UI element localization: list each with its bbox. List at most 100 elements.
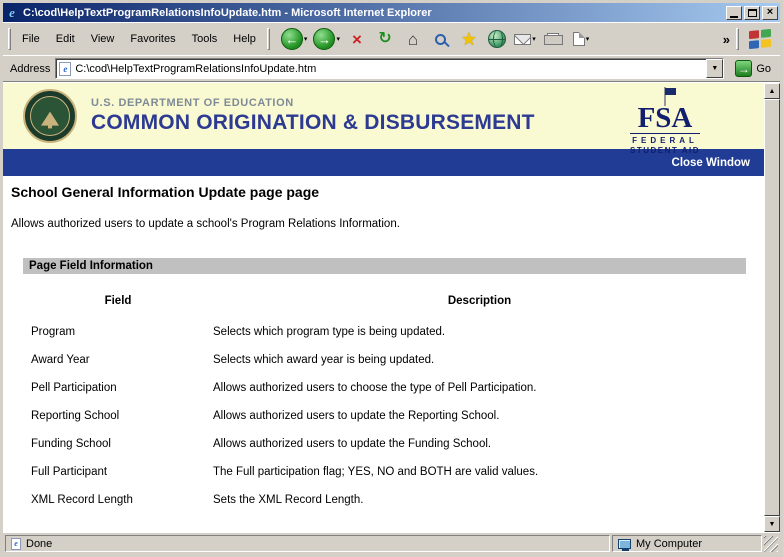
mail-button[interactable]: ▾ xyxy=(512,24,538,54)
favorites-button[interactable]: ★ xyxy=(456,24,482,54)
back-button[interactable]: ← ▾ xyxy=(279,24,310,54)
toolbar-overflow-chevron[interactable]: » xyxy=(720,32,733,47)
scroll-up-button[interactable]: ▲ xyxy=(764,83,780,99)
description-cell: Selects which award year is being update… xyxy=(213,346,746,374)
table-row: Reporting School Allows authorized users… xyxy=(23,402,746,430)
go-button[interactable]: → Go xyxy=(729,57,777,81)
scroll-down-button[interactable]: ▼ xyxy=(764,516,780,532)
stop-icon: × xyxy=(352,31,362,48)
toolbar-grip-2[interactable] xyxy=(267,28,270,50)
field-table: Field Description Program Selects which … xyxy=(23,290,746,514)
field-cell: Full Participant xyxy=(23,458,213,486)
resize-grip[interactable] xyxy=(764,536,778,552)
history-button[interactable] xyxy=(484,24,510,54)
fsa-federal-label: FEDERAL xyxy=(628,136,702,145)
page-area: U.S. DEPARTMENT OF EDUCATION COMMON ORIG… xyxy=(3,83,780,532)
search-icon xyxy=(435,34,446,45)
home-icon: ⌂ xyxy=(408,31,418,48)
maximize-button[interactable] xyxy=(744,6,760,20)
minimize-button[interactable] xyxy=(726,6,742,20)
scroll-thumb[interactable] xyxy=(764,99,780,516)
forward-button[interactable]: → ▾ xyxy=(311,24,342,54)
edit-page-icon xyxy=(573,32,585,46)
menu-bar: File Edit View Favorites Tools Help xyxy=(14,30,264,48)
toolbar-grip[interactable] xyxy=(8,28,11,50)
menu-item-view[interactable]: View xyxy=(83,30,123,48)
refresh-icon: ↻ xyxy=(378,31,391,47)
field-cell: Program xyxy=(23,318,213,346)
edit-button[interactable]: ▾ xyxy=(568,24,594,54)
fsa-logo: FSA FEDERAL STUDENT AID xyxy=(628,88,702,155)
forward-dropdown-icon[interactable]: ▾ xyxy=(336,35,340,43)
title-bar[interactable]: e C:\cod\HelpTextProgramRelationsInfoUpd… xyxy=(3,3,780,22)
menu-item-favorites[interactable]: Favorites xyxy=(122,30,183,48)
browser-window: e C:\cod\HelpTextProgramRelationsInfoUpd… xyxy=(0,0,783,557)
table-row: Pell Participation Allows authorized use… xyxy=(23,374,746,402)
address-value[interactable]: C:\cod\HelpTextProgramRelationsInfoUpdat… xyxy=(75,63,702,75)
address-label: Address xyxy=(6,63,50,75)
go-arrow-icon: → xyxy=(735,60,752,77)
menu-toolbar-row: File Edit View Favorites Tools Help ← ▾ … xyxy=(3,22,780,55)
description-cell: Sets the XML Record Length. xyxy=(213,486,746,514)
menu-item-file[interactable]: File xyxy=(14,30,48,48)
cod-header: U.S. DEPARTMENT OF EDUCATION COMMON ORIG… xyxy=(3,83,764,149)
vertical-scrollbar[interactable]: ▲ ▼ xyxy=(764,83,780,532)
back-icon: ← xyxy=(281,28,303,50)
status-text: Done xyxy=(26,538,52,550)
field-cell: XML Record Length xyxy=(23,486,213,514)
security-zone-panel: My Computer xyxy=(612,535,762,552)
table-row: Full Participant The Full participation … xyxy=(23,458,746,486)
field-cell: Funding School xyxy=(23,430,213,458)
mail-dropdown-icon[interactable]: ▾ xyxy=(532,35,536,43)
menu-item-edit[interactable]: Edit xyxy=(48,30,83,48)
address-input[interactable]: e C:\cod\HelpTextProgramRelationsInfoUpd… xyxy=(55,58,724,79)
toolbar: ← ▾ → ▾ × ↻ ⌂ ★ xyxy=(279,24,594,54)
field-cell: Reporting School xyxy=(23,402,213,430)
address-dropdown-button[interactable]: ▼ xyxy=(706,59,723,78)
fsa-student-aid-label: STUDENT AID xyxy=(628,146,702,155)
table-row: Award Year Selects which award year is b… xyxy=(23,346,746,374)
globe-icon xyxy=(488,30,506,48)
field-cell: Pell Participation xyxy=(23,374,213,402)
stop-button[interactable]: × xyxy=(344,24,370,54)
close-window-link[interactable]: Close Window xyxy=(672,157,750,169)
table-row: Funding School Allows authorized users t… xyxy=(23,430,746,458)
home-button[interactable]: ⌂ xyxy=(400,24,426,54)
ie-logo-icon: e xyxy=(5,6,19,20)
description-cell: The Full participation flag; YES, NO and… xyxy=(213,458,746,486)
app-title: COMMON ORIGINATION & DISBURSEMENT xyxy=(91,111,535,135)
forward-icon: → xyxy=(313,28,335,50)
status-panel: e Done xyxy=(5,535,610,552)
description-cell: Allows authorized users to update the Fu… xyxy=(213,430,746,458)
minimize-icon xyxy=(730,16,738,18)
section-header: Page Field Information xyxy=(23,258,746,274)
mail-icon xyxy=(514,34,531,45)
edit-dropdown-icon[interactable]: ▾ xyxy=(586,35,590,43)
status-document-icon: e xyxy=(11,538,21,550)
menu-item-help[interactable]: Help xyxy=(225,30,264,48)
fsa-acronym: FSA xyxy=(628,106,702,131)
print-button[interactable] xyxy=(540,24,566,54)
intro-text: Allows authorized users to update a scho… xyxy=(11,218,764,230)
print-icon xyxy=(544,33,561,45)
page-title: School General Information Update page p… xyxy=(11,184,764,200)
department-of-education-seal-icon xyxy=(23,89,77,143)
search-button[interactable] xyxy=(428,24,454,54)
go-label: Go xyxy=(756,63,771,75)
menu-item-tools[interactable]: Tools xyxy=(184,30,226,48)
field-cell: Award Year xyxy=(23,346,213,374)
fsa-flag-icon xyxy=(664,87,666,106)
address-bar: Address e C:\cod\HelpTextProgramRelation… xyxy=(3,55,780,81)
brand-divider xyxy=(736,28,739,50)
column-header-description: Description xyxy=(213,290,746,312)
document-icon: e xyxy=(59,62,71,76)
description-cell: Allows authorized users to choose the ty… xyxy=(213,374,746,402)
windows-flag-icon xyxy=(749,29,771,49)
back-dropdown-icon[interactable]: ▾ xyxy=(304,35,308,43)
maximize-icon xyxy=(748,9,757,17)
close-button[interactable]: × xyxy=(762,6,778,20)
close-icon: × xyxy=(767,7,773,18)
status-bar: e Done My Computer xyxy=(3,532,780,554)
refresh-button[interactable]: ↻ xyxy=(372,24,398,54)
description-cell: Allows authorized users to update the Re… xyxy=(213,402,746,430)
